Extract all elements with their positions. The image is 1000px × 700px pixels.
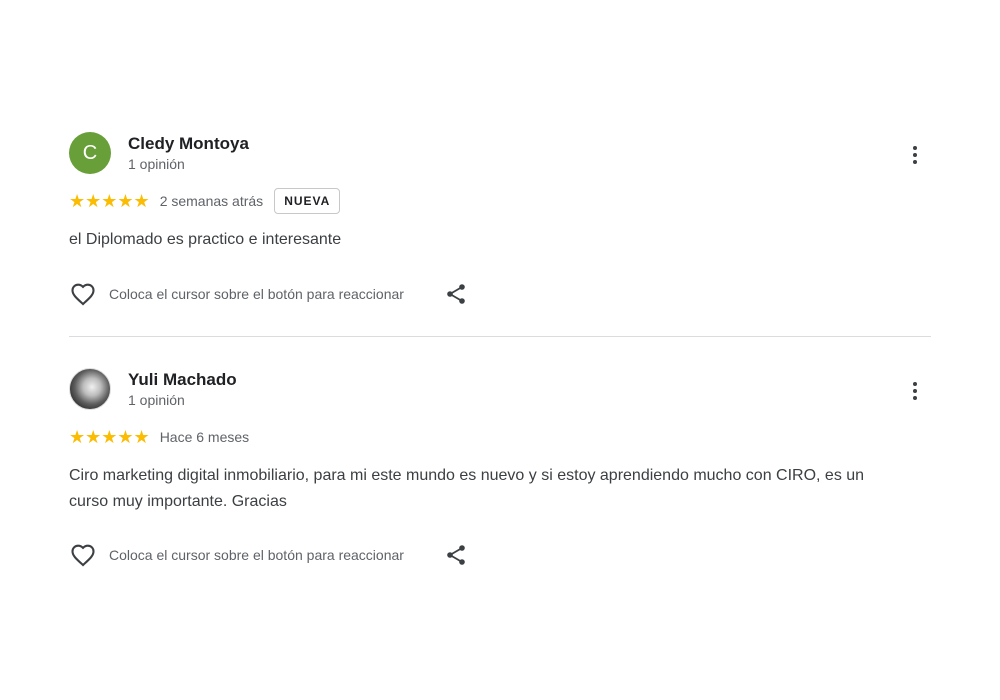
review-divider — [69, 336, 931, 337]
review-text: Ciro marketing digital inmobiliario, par… — [69, 467, 865, 510]
reviewer-name[interactable]: Cledy Montoya — [128, 134, 249, 154]
star-rating: ★★★★★ — [69, 191, 150, 211]
avatar[interactable] — [69, 368, 111, 410]
review-count: 1 opinión — [128, 156, 185, 172]
review-actions: Coloca el cursor sobre el botón para rea… — [69, 541, 468, 569]
more-options-icon[interactable] — [905, 141, 925, 169]
review-time: 2 semanas atrás — [159, 193, 264, 209]
review-text: el Diplomado es practico e interesante — [69, 231, 342, 248]
heart-icon[interactable] — [69, 280, 97, 308]
star-rating: ★★★★★ — [69, 427, 150, 447]
review-count: 1 opinión — [128, 392, 185, 408]
heart-icon[interactable] — [69, 541, 97, 569]
share-icon[interactable] — [444, 543, 468, 567]
review-time: Hace 6 meses — [159, 429, 250, 445]
reviewer-name[interactable]: Yuli Machado — [128, 370, 237, 390]
avatar[interactable]: C — [69, 132, 111, 174]
new-badge: NUEVA — [274, 188, 341, 214]
review-meta: ★★★★★ Hace 6 meses — [69, 423, 249, 451]
review-meta: ★★★★★ 2 semanas atrás NUEVA — [69, 187, 341, 215]
more-options-icon[interactable] — [905, 377, 925, 405]
react-hint-label: Coloca el cursor sobre el botón para rea… — [109, 547, 404, 563]
review-actions: Coloca el cursor sobre el botón para rea… — [69, 280, 468, 308]
share-icon[interactable] — [444, 282, 468, 306]
react-hint-label: Coloca el cursor sobre el botón para rea… — [109, 286, 404, 302]
avatar-letter: C — [82, 141, 98, 164]
